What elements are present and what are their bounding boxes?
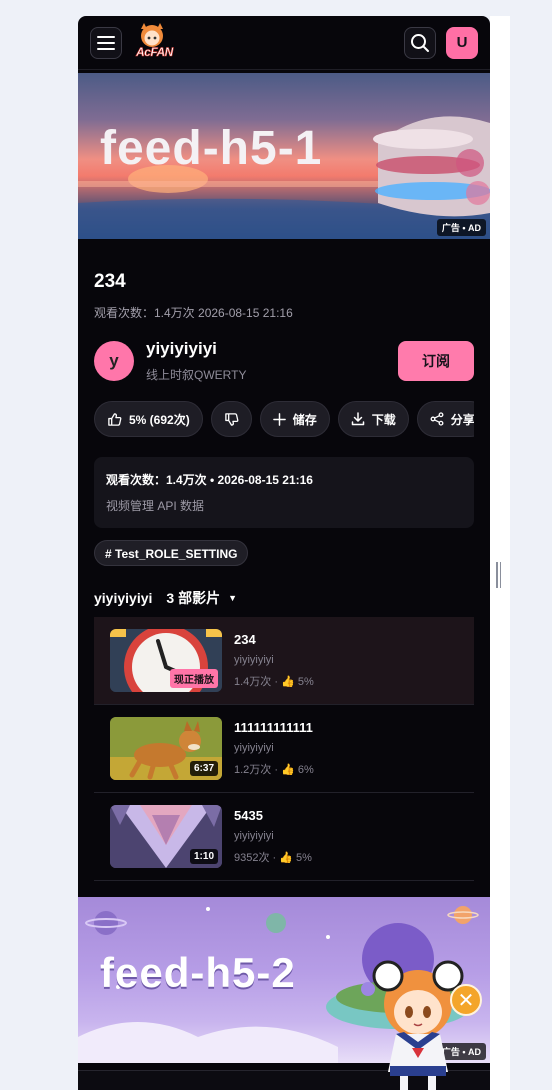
- video-thumbnail: 6:37: [110, 717, 222, 780]
- playlist-item-likes: 6%: [297, 764, 314, 776]
- save-label: 储存: [292, 412, 317, 427]
- playlist-item-author: yiyiyiyiyi: [234, 830, 274, 842]
- hamburger-icon: [97, 35, 115, 50]
- playlist-item-views: 1.2万次 ·: [234, 764, 282, 776]
- description-text: 视频管理 API 数据: [106, 499, 205, 513]
- description-stats: 观看次数：1.4万次 • 2026-08-15 21:16: [106, 473, 313, 487]
- playlist-item-title: 5435: [234, 808, 263, 823]
- save-button[interactable]: 储存: [259, 401, 330, 437]
- thumbs-up-icon: 👍: [279, 852, 293, 864]
- dislike-button[interactable]: [210, 401, 252, 437]
- duration-badge: 1:10: [189, 849, 218, 864]
- search-icon: [411, 33, 429, 52]
- close-mascot-button[interactable]: ✕: [450, 984, 482, 1016]
- playlist-item-stats: 1.2万次 · 👍 6%: [234, 761, 314, 777]
- close-icon: ✕: [457, 989, 475, 1012]
- thumbs-down-icon: [224, 412, 239, 426]
- playlist-item-likes: 5%: [297, 676, 314, 688]
- top-bar: AcFAN U: [78, 16, 490, 70]
- like-button[interactable]: 5% (692次): [94, 401, 203, 437]
- playlist-item-likes: 5%: [296, 852, 312, 864]
- playlist-item-info: 234 yiyiyiyiyi 1.4万次 · 👍 5%: [234, 632, 314, 689]
- share-icon: [430, 412, 444, 426]
- banner-title: feed-h5-1: [100, 122, 323, 175]
- thumbs-up-icon: [108, 412, 122, 426]
- search-button[interactable]: [404, 26, 436, 59]
- thumbs-up-icon: 👍: [281, 676, 295, 688]
- playlist-item-info: 111111111111 yiyiyiyiyi 1.2万次 · 👍 6%: [234, 720, 314, 777]
- channel-subtitle: 线上时叙QWERTY: [146, 368, 247, 382]
- thumbs-up-icon: 👍: [281, 764, 295, 776]
- banner-title: feed-h5-2: [100, 949, 296, 996]
- video-details: 234 观看次数：1.4万次 2026-08-15 21:16 y yiyiyi…: [78, 271, 490, 608]
- user-avatar-button[interactable]: U: [446, 26, 478, 59]
- caret-down-icon: ▼: [228, 593, 237, 603]
- resize-handle[interactable]: [496, 562, 502, 588]
- channel-row: y yiyiyiyiyi 线上时叙QWERTY 订阅: [94, 339, 474, 383]
- like-label: 5% (692次): [129, 412, 190, 427]
- download-icon: [351, 412, 364, 426]
- playlist: 现正播放 234 yiyiyiyiyi 1.4万次 · 👍 5% 6:37 11…: [78, 617, 490, 881]
- action-bar: 5% (692次) 储存 下载 分享: [94, 401, 474, 437]
- share-label: 分享: [450, 412, 474, 427]
- playlist-item-author: yiyiyiyiyi: [234, 654, 274, 666]
- side-panel-edge: [490, 16, 510, 1090]
- video-thumbnail: 现正播放: [110, 629, 222, 692]
- share-button[interactable]: 分享: [416, 401, 474, 437]
- hashtag-chip[interactable]: # Test_ROLE_SETTING: [94, 540, 249, 566]
- channel-avatar[interactable]: y: [94, 341, 134, 381]
- playlist-item-author: yiyiyiyiyi: [234, 742, 274, 754]
- subscribe-button[interactable]: 订阅: [398, 341, 474, 381]
- floating-mascot[interactable]: [366, 954, 470, 1090]
- app-frame: AcFAN U feed-h5-1 广告 • AD 234 观看次数：1.4万次…: [78, 16, 490, 1090]
- playlist-item[interactable]: 现正播放 234 yiyiyiyiyi 1.4万次 · 👍 5%: [94, 617, 474, 705]
- ad-banner-1[interactable]: feed-h5-1 广告 • AD: [78, 73, 490, 239]
- now-playing-badge: 现正播放: [170, 669, 218, 688]
- playlist-item-title: 111111111111: [234, 720, 313, 735]
- playlist-item-views: 1.4万次 ·: [234, 676, 282, 688]
- video-thumbnail: 1:10: [110, 805, 222, 868]
- menu-button[interactable]: [90, 26, 122, 59]
- download-button[interactable]: 下载: [337, 401, 409, 437]
- playlist-item-info: 5435 yiyiyiyiyi 9352次 · 👍 5%: [234, 808, 312, 865]
- playlist-item[interactable]: 6:37 111111111111 yiyiyiyiyi 1.2万次 · 👍 6…: [94, 705, 474, 793]
- download-label: 下载: [371, 412, 396, 427]
- duration-badge: 6:37: [189, 761, 218, 776]
- description-card[interactable]: 观看次数：1.4万次 • 2026-08-15 21:16 视频管理 API 数…: [94, 457, 474, 528]
- playlist-item-views: 9352次 ·: [234, 852, 280, 864]
- playlist-item-stats: 1.4万次 · 👍 5%: [234, 673, 314, 689]
- video-meta: 观看次数：1.4万次 2026-08-15 21:16: [94, 306, 293, 320]
- plus-icon: [272, 412, 286, 426]
- playlist-count: 3 部影片: [166, 590, 221, 606]
- app-logo[interactable]: AcFAN: [130, 21, 176, 65]
- ad-label: 广告 • AD: [436, 219, 486, 236]
- playlist-item-title: 234: [234, 632, 256, 647]
- playlist-header[interactable]: yiyiyiyiyi 3 部影片 ▼: [94, 588, 474, 608]
- logo-text: AcFAN: [136, 44, 174, 59]
- playlist-item-stats: 9352次 · 👍 5%: [234, 849, 312, 865]
- channel-info: yiyiyiyiyi 线上时叙QWERTY: [146, 339, 398, 383]
- playlist-item[interactable]: 1:10 5435 yiyiyiyiyi 9352次 · 👍 5%: [94, 793, 474, 881]
- channel-name[interactable]: yiyiyiyiyi: [146, 339, 398, 359]
- video-title: 234: [94, 271, 126, 292]
- playlist-owner: yiyiyiyiyi: [94, 590, 153, 606]
